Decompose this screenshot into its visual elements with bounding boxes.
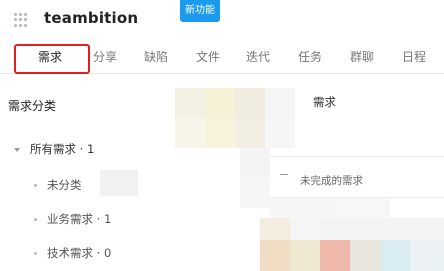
- blurred-region: [410, 240, 444, 271]
- blurred-region: [265, 88, 295, 118]
- tree-item-uncategorized[interactable]: 未分类: [34, 177, 82, 193]
- brand-logo[interactable]: teambition: [44, 9, 138, 27]
- blurred-region: [260, 240, 290, 271]
- bullet-icon: [34, 218, 37, 221]
- tree-item-label: 技术需求 · 0: [47, 246, 112, 260]
- tree-item-technical[interactable]: 技术需求 · 0: [34, 245, 111, 261]
- tab-defects[interactable]: 缺陷: [144, 48, 168, 65]
- blurred-region: [350, 240, 380, 271]
- blurred-region: [235, 118, 265, 148]
- new-feature-badge[interactable]: 新功能: [180, 0, 220, 22]
- blurred-region: [205, 88, 235, 118]
- top-bar: teambition 新功能: [0, 0, 444, 40]
- tab-iterations[interactable]: 迭代: [246, 48, 270, 65]
- blurred-region: [205, 118, 235, 148]
- main-title: 需求: [313, 95, 336, 109]
- blurred-region: [290, 240, 320, 271]
- blurred-region: [240, 148, 270, 178]
- blurred-region: [240, 178, 270, 208]
- tree-item-business[interactable]: 业务需求 · 1: [34, 211, 111, 227]
- blurred-region: [380, 218, 410, 240]
- blurred-region: [320, 218, 350, 240]
- filter-row[interactable]: 未完成的需求: [270, 156, 444, 198]
- tab-group-chat[interactable]: 群聊: [350, 48, 374, 65]
- tab-schedule[interactable]: 日程: [402, 48, 426, 65]
- blurred-region: [265, 118, 295, 148]
- blurred-region: [410, 218, 444, 240]
- tab-share[interactable]: 分享: [93, 48, 117, 65]
- blurred-region: [330, 198, 360, 218]
- blurred-region: [300, 198, 330, 218]
- bullet-icon: [34, 252, 37, 255]
- collapse-icon[interactable]: [280, 174, 288, 175]
- blurred-region: [380, 240, 410, 271]
- active-tab-highlight: [14, 44, 90, 74]
- blurred-region: [175, 118, 205, 148]
- caret-down-icon[interactable]: [14, 147, 20, 152]
- blurred-region: [235, 88, 265, 118]
- bullet-icon: [34, 184, 37, 187]
- tree-root-all[interactable]: 所有需求 · 1: [14, 141, 94, 157]
- blurred-region: [100, 170, 138, 196]
- blurred-region: [360, 198, 390, 218]
- tab-files[interactable]: 文件: [196, 48, 220, 65]
- sidebar-title: 需求分类: [8, 99, 57, 113]
- tab-tasks[interactable]: 任务: [298, 48, 322, 65]
- blurred-region: [320, 240, 350, 271]
- blurred-region: [270, 198, 300, 218]
- blurred-region: [350, 218, 380, 240]
- grid-menu-icon[interactable]: [14, 13, 28, 27]
- blurred-region: [290, 218, 320, 240]
- filter-label: 未完成的需求: [300, 175, 363, 187]
- tree-item-label: 业务需求 · 1: [47, 212, 112, 226]
- blurred-region: [175, 88, 205, 118]
- tree-root-label: 所有需求 · 1: [30, 142, 95, 156]
- tree-item-label: 未分类: [47, 178, 82, 192]
- blurred-region: [260, 218, 290, 240]
